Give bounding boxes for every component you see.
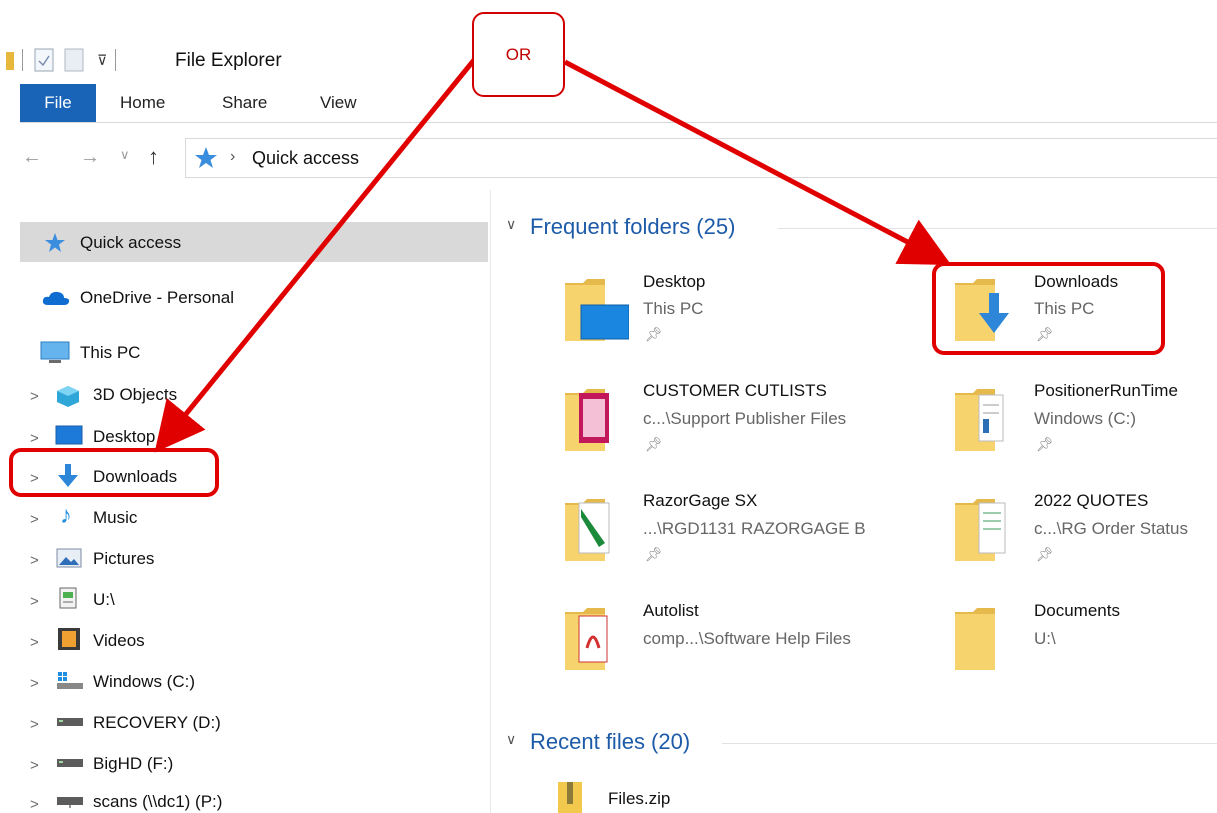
arrow-to-downloads-tile: [563, 59, 952, 265]
arrow-to-downloads-nav: [154, 58, 476, 453]
or-label: OR: [505, 45, 532, 64]
annotation-arrows: [154, 58, 952, 453]
